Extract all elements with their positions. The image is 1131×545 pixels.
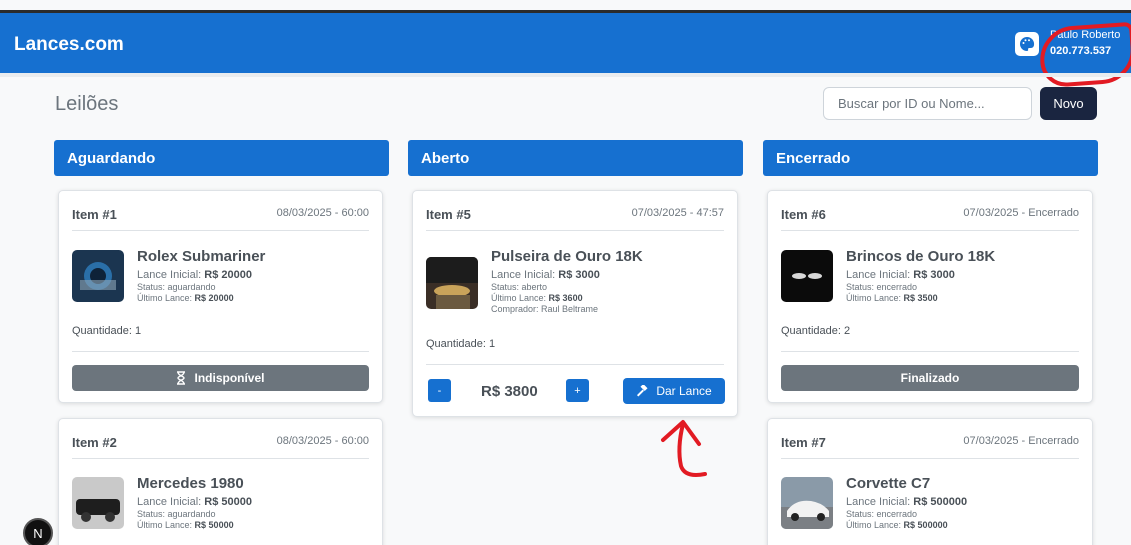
last-bid-value: R$ 500000 [903,520,948,530]
item-status: Status: aguardando [137,509,216,519]
initial-bid-value: R$ 3000 [913,269,955,281]
gavel-icon [637,384,648,397]
navbar: Lances.com Paulo Roberto 020.773.537 [0,13,1131,89]
item-quantity: Quantidade: 1 [426,338,496,350]
card-header: Item #1 08/03/2025 - 60:00 [72,191,369,231]
unavailable-button[interactable]: Indisponível [72,365,369,391]
item-image [72,477,124,529]
item-name: Rolex Submariner [137,248,266,265]
initial-bid-label: Lance Inicial: [846,269,911,281]
item-image [72,250,124,302]
framework-badge[interactable]: N [23,518,53,545]
item-status: Status: aguardando [137,282,216,292]
new-button[interactable]: Novo [1040,87,1097,120]
buyer-name: Comprador: Raul Beltrame [491,304,599,314]
auction-card-item1: Item #1 08/03/2025 - 60:00 Rolex Submari… [58,190,383,403]
card-header: Item #6 07/03/2025 - Encerrado [781,191,1079,231]
card-header: Item #2 08/03/2025 - 60:00 [72,419,369,459]
bid-value: R$ 3800 [481,383,538,400]
last-bid-value: R$ 50000 [194,520,234,530]
item-id: Item #5 [426,207,471,222]
brand-logo[interactable]: Lances.com [14,34,124,56]
palette-icon[interactable] [1015,32,1039,56]
item-info: Pulseira de Ouro 18K Lance Inicial: R$ 3… [491,248,643,315]
last-bid-label: Último Lance: [846,293,902,303]
item-date: 07/03/2025 - Encerrado [963,207,1079,219]
card-header: Item #5 07/03/2025 - 47:57 [426,191,724,231]
initial-bid-value: R$ 500000 [913,496,968,508]
place-bid-label: Dar Lance [656,384,712,398]
item-id: Item #6 [781,207,826,222]
browser-top-strip [0,0,1131,10]
hourglass-icon [177,371,186,385]
annotation-arrow [661,420,707,477]
item-id: Item #7 [781,435,826,450]
search-input[interactable] [823,87,1032,120]
item-name: Mercedes 1980 [137,475,244,492]
item-name: Corvette C7 [846,475,931,492]
last-bid-value: R$ 3600 [548,293,583,303]
item-status: Status: aberto [491,282,548,292]
column-header-encerrado: Encerrado [763,140,1098,176]
initial-bid-value: R$ 20000 [204,269,252,281]
item-info: Mercedes 1980 Lance Inicial: R$ 50000 St… [137,475,252,531]
page-title: Leilões [55,93,119,115]
initial-bid-value: R$ 50000 [204,496,252,508]
item-name: Brincos de Ouro 18K [846,248,996,265]
item-image [426,257,478,309]
last-bid-label: Último Lance: [846,520,902,530]
initial-bid-label: Lance Inicial: [137,269,202,281]
item-info: Rolex Submariner Lance Inicial: R$ 20000… [137,248,265,304]
initial-bid-value: R$ 3000 [558,269,600,281]
item-date: 07/03/2025 - 47:57 [631,207,724,219]
auction-card-item2: Item #2 08/03/2025 - 60:00 Mercedes 1980… [58,418,383,545]
auction-card-item6: Item #6 07/03/2025 - Encerrado Brincos d… [767,190,1093,403]
card-divider [72,351,369,352]
place-bid-button[interactable]: Dar Lance [623,378,725,404]
item-status: Status: encerrado [846,509,918,519]
initial-bid-label: Lance Inicial: [491,269,556,281]
last-bid-value: R$ 3500 [903,293,938,303]
last-bid-value: R$ 20000 [194,293,234,303]
navbar-shadow [0,73,1131,77]
item-name: Pulseira de Ouro 18K [491,248,643,265]
initial-bid-label: Lance Inicial: [846,496,911,508]
item-info: Brincos de Ouro 18K Lance Inicial: R$ 30… [846,248,995,304]
item-quantity: Quantidade: 2 [781,325,851,337]
increase-bid-button[interactable]: + [566,379,589,402]
column-header-aguardando: Aguardando [54,140,389,176]
item-quantity: Quantidade: 1 [72,325,142,337]
auction-card-item7: Item #7 07/03/2025 - Encerrado Corvette … [767,418,1093,545]
last-bid-label: Último Lance: [137,520,193,530]
column-header-aberto: Aberto [408,140,743,176]
last-bid-label: Último Lance: [137,293,193,303]
last-bid-label: Último Lance: [491,293,547,303]
card-header: Item #7 07/03/2025 - Encerrado [781,419,1079,459]
card-divider [781,351,1079,352]
unavailable-label: Indisponível [194,371,265,385]
decrease-bid-button[interactable]: - [428,379,451,402]
item-id: Item #2 [72,435,117,450]
item-date: 08/03/2025 - 60:00 [276,207,369,219]
auction-card-item5: Item #5 07/03/2025 - 47:57 Pulseira de O… [412,190,738,417]
item-image [781,250,833,302]
initial-bid-label: Lance Inicial: [137,496,202,508]
card-divider [426,364,724,365]
item-date: 07/03/2025 - Encerrado [963,435,1079,447]
item-status: Status: encerrado [846,282,918,292]
item-image [781,477,833,529]
item-id: Item #1 [72,207,117,222]
finished-label: Finalizado [900,371,960,385]
finished-button[interactable]: Finalizado [781,365,1079,391]
item-date: 08/03/2025 - 60:00 [276,435,369,447]
item-info: Corvette C7 Lance Inicial: R$ 500000 Sta… [846,475,967,531]
